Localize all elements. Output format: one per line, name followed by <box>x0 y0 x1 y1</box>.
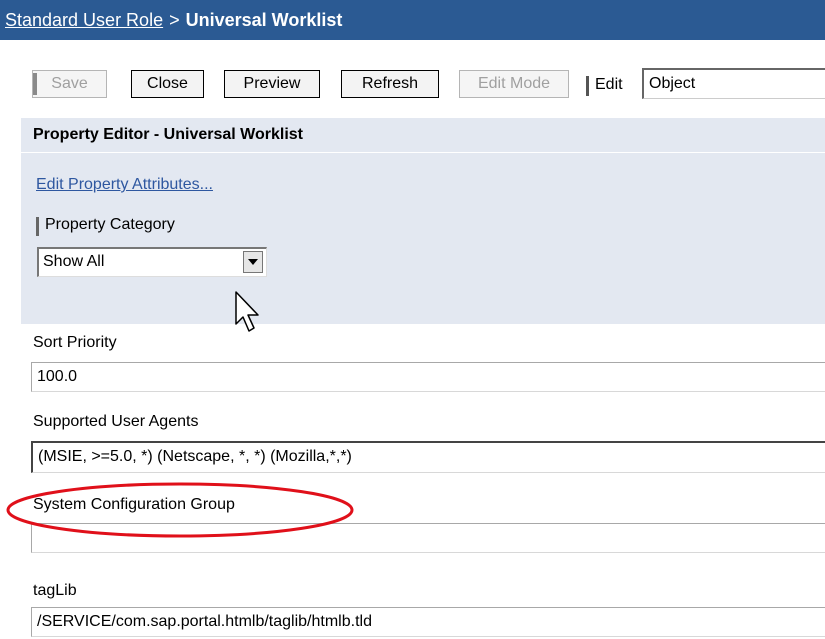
taglib-label: tagLib <box>33 582 77 599</box>
panel-divider <box>21 152 825 153</box>
edit-mode-button[interactable]: Edit Mode <box>459 70 569 98</box>
dropdown-arrow-icon[interactable] <box>243 251 263 273</box>
edit-label: Edit <box>586 70 623 98</box>
property-category-value: Show All <box>43 253 105 270</box>
refresh-button[interactable]: Refresh <box>341 70 439 98</box>
breadcrumb-current: Universal Worklist <box>185 10 343 30</box>
panel-title: Property Editor - Universal Worklist <box>33 126 303 143</box>
close-button[interactable]: Close <box>131 70 204 98</box>
system-configuration-group-input[interactable] <box>31 523 825 553</box>
edit-property-attributes-link[interactable]: Edit Property Attributes... <box>36 176 213 194</box>
edit-label-text: Edit <box>595 76 623 93</box>
save-button-label: Save <box>51 75 88 92</box>
supported-user-agents-label: Supported User Agents <box>33 413 199 430</box>
mouse-pointer-icon <box>235 291 259 332</box>
system-configuration-group-label: System Configuration Group <box>33 496 235 513</box>
label-grip <box>586 76 589 96</box>
breadcrumb: Standard User Role > Universal Worklist <box>0 0 825 40</box>
supported-user-agents-input[interactable]: (MSIE, >=5.0, *) (Netscape, *, *) (Mozil… <box>31 441 825 473</box>
label-grip <box>36 217 39 236</box>
property-category-label: Property Category <box>36 216 175 236</box>
breadcrumb-separator: > <box>169 10 180 30</box>
preview-button[interactable]: Preview <box>224 70 320 98</box>
edit-object-input[interactable] <box>642 68 825 99</box>
toolbar: Save Close Preview Refresh Edit Mode Edi… <box>0 40 825 120</box>
property-category-label-text: Property Category <box>45 216 175 233</box>
property-editor-panel: Property Editor - Universal Worklist Edi… <box>21 118 825 324</box>
sort-priority-label: Sort Priority <box>33 334 117 351</box>
breadcrumb-parent-link[interactable]: Standard User Role <box>5 10 163 30</box>
sort-priority-input[interactable]: 100.0 <box>31 362 825 392</box>
save-button[interactable]: Save <box>32 70 107 98</box>
taglib-input[interactable]: /SERVICE/com.sap.portal.htmlb/taglib/htm… <box>31 607 825 637</box>
button-grip <box>33 73 37 95</box>
property-category-select[interactable]: Show All <box>37 247 267 277</box>
